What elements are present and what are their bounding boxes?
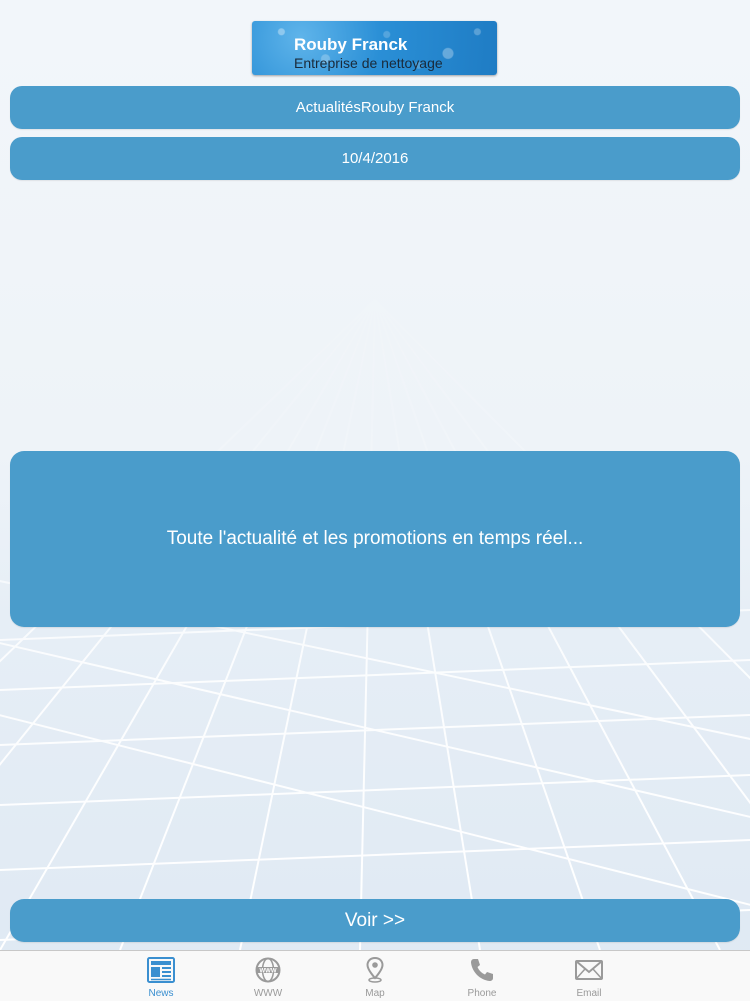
tab-email-label: Email — [576, 988, 602, 999]
tab-www-label: WWW — [253, 988, 283, 999]
svg-text:WWW: WWW — [260, 968, 277, 974]
newspaper-icon — [147, 957, 175, 983]
voir-button[interactable]: Voir >> — [10, 899, 740, 942]
globe-icon: WWW — [255, 957, 281, 983]
tab-email[interactable]: Email — [536, 951, 643, 1001]
tab-www[interactable]: WWW WWW — [215, 951, 322, 1001]
bottom-tab-bar: News WWW WWW Map Phone Email — [0, 950, 750, 1001]
news-heading-bar: ActualitésRouby Franck — [10, 86, 740, 129]
tab-news[interactable]: News — [108, 951, 215, 1001]
logo-title: Rouby Franck — [294, 35, 408, 54]
company-logo: Rouby Franck Entreprise de nettoyage — [252, 21, 497, 75]
tab-map-label: Map — [365, 988, 385, 999]
map-pin-icon — [366, 956, 384, 983]
tab-news-label: News — [148, 988, 174, 999]
news-date-bar: 10/4/2016 — [10, 137, 740, 180]
phone-icon — [471, 959, 493, 981]
news-body-text: Toute l'actualité et les promotions en t… — [166, 528, 584, 549]
tab-phone-label: Phone — [467, 988, 497, 999]
tab-phone[interactable]: Phone — [429, 951, 536, 1001]
envelope-icon — [575, 960, 603, 980]
tab-map[interactable]: Map — [322, 951, 429, 1001]
logo-subtitle: Entreprise de nettoyage — [294, 55, 443, 71]
news-content-box: Toute l'actualité et les promotions en t… — [10, 451, 740, 627]
